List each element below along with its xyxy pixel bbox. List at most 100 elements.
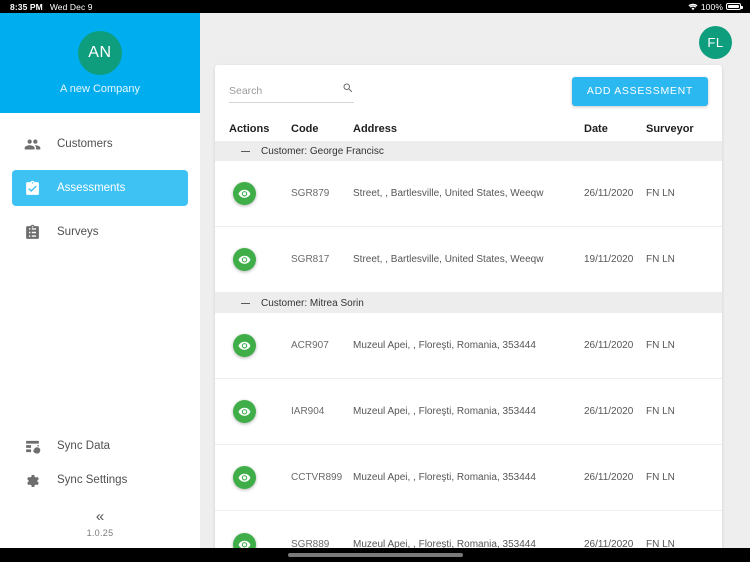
view-assessment-button[interactable]	[233, 532, 256, 548]
row-cell-date: 19/11/2020	[584, 254, 634, 265]
company-avatar: AN	[78, 31, 122, 75]
home-indicator-area	[0, 548, 750, 562]
clipboard-check-icon	[24, 180, 41, 197]
tablet-device-frame: 8:35 PM Wed Dec 9 100% AN A new Company	[0, 0, 750, 562]
sidebar-item-assessments[interactable]: Assessments	[12, 170, 188, 206]
row-actions-cell	[229, 248, 291, 271]
eye-icon	[238, 471, 251, 484]
search-input[interactable]	[229, 84, 354, 97]
row-cell-code: SGR879	[291, 188, 330, 199]
table-row[interactable]: SGR879 Street, , Bartlesville, United Sta…	[215, 161, 722, 227]
app-version-label: 1.0.25	[86, 528, 114, 538]
sync-settings-button[interactable]: Sync Settings	[0, 463, 200, 497]
eye-icon	[238, 538, 251, 548]
table-body: Customer: George Francisc SGR879 Street, ,…	[215, 141, 722, 548]
row-cell-surveyor: FN LN	[646, 538, 675, 549]
sidebar-item-label-customers: Customers	[57, 138, 113, 150]
row-cell-date: 26/11/2020	[584, 340, 634, 351]
row-cell-address: Muzeul Apei, , Floreşti, Romania, 353444	[353, 538, 536, 549]
assessments-card: ADD ASSESSMENT Actions Code Address Date…	[215, 65, 722, 548]
sync-data-button[interactable]: Sync Data	[0, 429, 200, 463]
status-bar-left: 8:35 PM Wed Dec 9	[0, 2, 93, 12]
row-cell-address: Muzeul Apei, , Floreşti, Romania, 353444	[353, 340, 536, 351]
eye-icon	[238, 339, 251, 352]
assessments-table: Actions Code Address Date Surveyor Custo…	[215, 117, 722, 548]
sidebar-bottom: Sync Data Sync Settings « 1.0.25	[0, 429, 200, 548]
table-sync-icon	[24, 438, 41, 455]
status-bar: 8:35 PM Wed Dec 9 100%	[0, 0, 750, 13]
table-row[interactable]: SGR889 Muzeul Apei, , Floreşti, Romania, …	[215, 511, 722, 548]
customer-group-header[interactable]: Customer: Mitrea Sorin	[215, 293, 722, 313]
company-name: A new Company	[59, 83, 141, 95]
customer-group-label: Customer: Mitrea Sorin	[261, 297, 364, 309]
search-icon[interactable]	[342, 82, 354, 94]
table-row[interactable]: ACR907 Muzeul Apei, , Floreşti, Romania, …	[215, 313, 722, 379]
eye-icon	[238, 187, 251, 200]
row-cell-code: ACR907	[291, 340, 329, 351]
avatar[interactable]: FL	[699, 26, 732, 59]
view-assessment-button[interactable]	[233, 400, 256, 423]
table-header-row: Actions Code Address Date Surveyor	[215, 117, 722, 141]
row-actions-cell	[229, 182, 291, 205]
table-row[interactable]: CCTVR899 Muzeul Apei, , Floreşti, Romania…	[215, 445, 722, 511]
table-row[interactable]: SGR817 Street, , Bartlesville, United Sta…	[215, 227, 722, 293]
row-cell-address: Street, , Bartlesville, United States, W…	[353, 254, 544, 265]
row-cell-address: Muzeul Apei, , Floreşti, Romania, 353444	[353, 406, 536, 417]
eye-icon	[238, 253, 251, 266]
sidebar-nav: Customers Assessments Surveys	[0, 113, 200, 258]
clipboard-list-icon	[24, 224, 41, 241]
row-cell-surveyor: FN LN	[646, 472, 675, 483]
status-bar-right: 100%	[688, 2, 750, 12]
card-toolbar: ADD ASSESSMENT	[215, 65, 722, 117]
sync-data-label: Sync Data	[57, 440, 111, 452]
row-cell-date: 26/11/2020	[584, 406, 634, 417]
table-row[interactable]: IAR904 Muzeul Apei, , Floreşti, Romania, …	[215, 379, 722, 445]
row-cell-code: IAR904	[291, 406, 325, 417]
row-cell-address: Muzeul Apei, , Floreşti, Romania, 353444	[353, 472, 536, 483]
status-bar-date: Wed Dec 9	[49, 1, 93, 12]
eye-icon	[238, 405, 251, 418]
row-actions-cell	[229, 400, 291, 423]
row-actions-cell	[229, 334, 291, 357]
customer-group-header[interactable]: Customer: George Francisc	[215, 141, 722, 161]
row-cell-code: SGR889	[291, 538, 330, 549]
row-cell-surveyor: FN LN	[646, 340, 675, 351]
search-field[interactable]	[229, 79, 354, 103]
row-cell-code: CCTVR899	[291, 472, 343, 483]
column-header-surveyor: Surveyor	[646, 123, 694, 135]
sidebar-item-label-surveys: Surveys	[57, 226, 99, 238]
row-cell-surveyor: FN LN	[646, 406, 675, 417]
sidebar-collapse-button[interactable]: «	[0, 497, 200, 528]
column-header-address: Address	[353, 123, 398, 135]
column-header-actions: Actions	[229, 123, 270, 135]
sidebar-item-surveys[interactable]: Surveys	[12, 214, 188, 250]
collapse-minus-icon[interactable]	[241, 302, 250, 304]
home-indicator[interactable]	[287, 553, 463, 557]
row-cell-address: Street, , Bartlesville, United States, W…	[353, 188, 544, 199]
sidebar-item-customers[interactable]: Customers	[12, 126, 188, 162]
column-header-code: Code	[291, 123, 319, 135]
customer-group-label: Customer: George Francisc	[261, 145, 384, 157]
row-cell-date: 26/11/2020	[584, 538, 634, 549]
gear-sync-icon	[24, 472, 41, 489]
view-assessment-button[interactable]	[233, 334, 256, 357]
row-cell-surveyor: FN LN	[646, 254, 675, 265]
add-assessment-button[interactable]: ADD ASSESSMENT	[571, 76, 708, 106]
main-content: FL ADD ASSESSMENT Actions Code	[200, 13, 750, 548]
sidebar-company-header: AN A new Company	[0, 13, 200, 113]
view-assessment-button[interactable]	[233, 248, 256, 271]
sidebar-item-label-assessments: Assessments	[57, 182, 126, 194]
view-assessment-button[interactable]	[233, 466, 256, 489]
view-assessment-button[interactable]	[233, 182, 256, 205]
people-icon	[24, 136, 41, 153]
status-bar-time: 8:35 PM	[10, 1, 43, 12]
row-cell-date: 26/11/2020	[584, 188, 634, 199]
row-actions-cell	[229, 532, 291, 548]
battery-icon	[726, 2, 743, 11]
row-cell-surveyor: FN LN	[646, 188, 675, 199]
row-actions-cell	[229, 466, 291, 489]
sync-settings-label: Sync Settings	[57, 474, 128, 486]
collapse-minus-icon[interactable]	[241, 150, 250, 152]
sidebar: AN A new Company Customers Assessments S…	[0, 13, 200, 548]
battery-percent-label: 100%	[700, 1, 723, 12]
